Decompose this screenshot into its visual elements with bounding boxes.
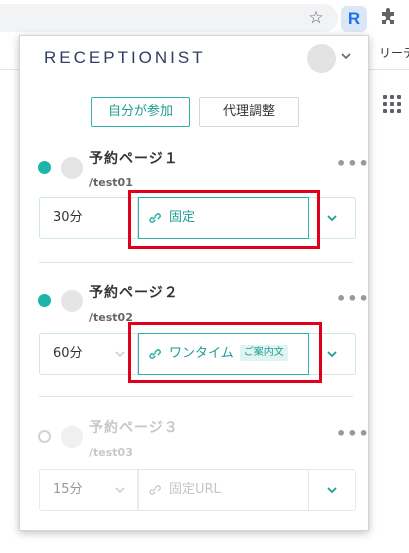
page-slug: /test02: [89, 311, 133, 324]
page-avatar: [61, 290, 83, 312]
chevron-down-icon: [327, 487, 337, 494]
status-toggle[interactable]: [38, 161, 51, 174]
duration-value: 30分: [53, 210, 83, 225]
chevron-down-icon: [327, 351, 337, 358]
page-slug: /test01: [89, 176, 133, 189]
divider: [39, 262, 353, 263]
link-icon: [149, 485, 161, 495]
divider: [39, 396, 353, 397]
duration-select[interactable]: 30分: [40, 198, 138, 238]
bookmark-reading-list[interactable]: リーディ: [379, 44, 409, 61]
page-title[interactable]: 予約ページ１: [89, 148, 179, 168]
page-title[interactable]: 予約ページ３: [89, 417, 179, 437]
duration-select[interactable]: 60分: [40, 334, 138, 374]
link-type-label: 固定URL: [169, 482, 221, 497]
duration-value: 15分: [53, 482, 83, 497]
more-menu-icon[interactable]: •••: [336, 289, 370, 308]
more-menu-icon[interactable]: •••: [336, 154, 370, 173]
more-menu-icon[interactable]: •••: [336, 424, 370, 443]
browser-toolbar: ☆ R: [0, 0, 409, 34]
copy-link-button[interactable]: 固定URL: [138, 469, 309, 511]
account-chevron-down-icon[interactable]: [341, 51, 351, 61]
page-avatar: [61, 157, 83, 179]
receptionist-logo: RECEPTIONIST: [44, 48, 206, 67]
page-slug: /test03: [89, 446, 133, 459]
chevron-down-icon: [115, 351, 125, 358]
tab-proxy-adjust[interactable]: 代理調整: [199, 97, 299, 127]
duration-select[interactable]: 15分: [40, 470, 138, 510]
page-title[interactable]: 予約ページ２: [89, 282, 179, 302]
highlight-box: [128, 190, 320, 249]
extension-popup: RECEPTIONIST 自分が参加 代理調整 予約ページ１ /test01 •…: [19, 35, 369, 531]
chevron-down-icon: [115, 487, 125, 494]
duration-value: 60分: [53, 346, 83, 361]
bookmark-star-icon[interactable]: ☆: [306, 8, 326, 28]
chevron-down-icon: [327, 215, 337, 222]
receptionist-extension-icon[interactable]: R: [341, 6, 367, 32]
highlight-box: [128, 322, 322, 383]
status-toggle[interactable]: [38, 430, 51, 443]
link-options-dropdown[interactable]: [309, 470, 355, 510]
page-avatar: [61, 426, 83, 448]
apps-grid-icon[interactable]: [383, 95, 401, 113]
status-toggle[interactable]: [38, 294, 51, 307]
tab-self-participate[interactable]: 自分が参加: [91, 97, 190, 127]
page-controls: 15分 固定URL: [39, 469, 356, 511]
address-bar[interactable]: [0, 4, 338, 32]
user-avatar[interactable]: [307, 44, 336, 73]
extensions-puzzle-icon[interactable]: [378, 8, 398, 28]
